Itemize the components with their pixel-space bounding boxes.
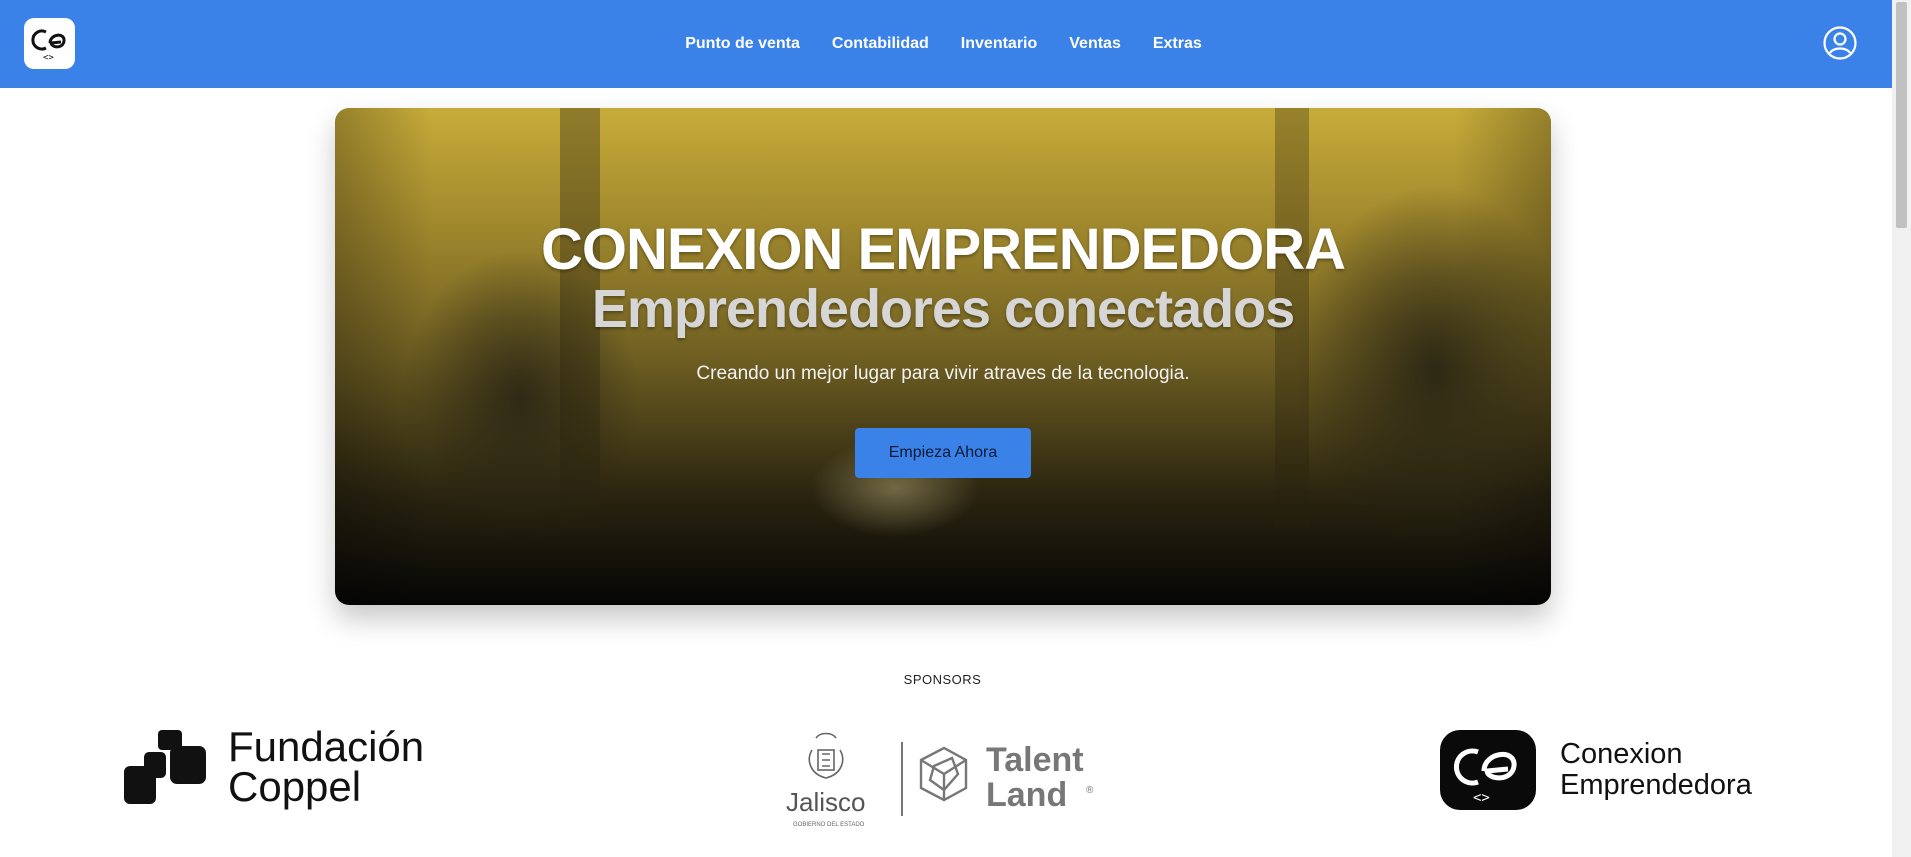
top-navbar: <> Punto de venta Contabilidad Inventari… bbox=[0, 0, 1892, 88]
sponsor-conexion-emprendedora[interactable]: <> Conexion Emprendedora bbox=[1440, 730, 1752, 810]
svg-text:<>: <> bbox=[1473, 790, 1490, 806]
hero-content: CONEXION EMPRENDEDORA Emprendedores cone… bbox=[335, 108, 1551, 605]
nav-extras[interactable]: Extras bbox=[1153, 35, 1202, 53]
ce-line2: Emprendedora bbox=[1560, 769, 1752, 801]
coppel-hearts-icon bbox=[124, 730, 206, 804]
sponsors-heading: SPONSORS bbox=[903, 672, 982, 687]
coppel-wordmark: Fundación Coppel bbox=[228, 723, 425, 810]
empieza-ahora-button[interactable]: Empieza Ahora bbox=[855, 428, 1031, 478]
nav-ventas[interactable]: Ventas bbox=[1069, 35, 1121, 53]
nav-contabilidad[interactable]: Contabilidad bbox=[832, 35, 929, 53]
jalisco-label: Jalisco bbox=[786, 787, 865, 817]
sponsor-jalisco-talent-land[interactable]: Jalisco GOBIERNO DEL ESTADO Talent Land … bbox=[786, 730, 1106, 830]
ce-line1: Conexion bbox=[1560, 738, 1683, 770]
sponsor-fundacion-coppel[interactable]: Fundación Coppel bbox=[124, 723, 425, 810]
hero-subtitle: Emprendedores conectados bbox=[591, 279, 1295, 339]
registered-mark: ® bbox=[1086, 785, 1094, 796]
nav-inventario[interactable]: Inventario bbox=[961, 35, 1037, 53]
coppel-line1: Fundación bbox=[228, 723, 425, 770]
vertical-scrollbar[interactable] bbox=[1892, 0, 1911, 857]
page: <> Punto de venta Contabilidad Inventari… bbox=[0, 0, 1911, 857]
hero-title: CONEXION EMPRENDEDORA bbox=[541, 217, 1346, 282]
hero-banner: CONEXION EMPRENDEDORA Emprendedores cone… bbox=[335, 108, 1551, 605]
hero-tagline: Creando un mejor lugar para vivir atrave… bbox=[696, 363, 1190, 384]
jalisco-sublabel: GOBIERNO DEL ESTADO bbox=[793, 822, 865, 828]
land-label: Land bbox=[986, 776, 1067, 814]
user-circle-icon[interactable] bbox=[1823, 26, 1857, 60]
talent-label: Talent bbox=[986, 741, 1084, 779]
jalisco-talent-land-logo: Jalisco GOBIERNO DEL ESTADO Talent Land … bbox=[786, 732, 1094, 828]
scrollbar-thumb[interactable] bbox=[1896, 2, 1907, 228]
ce-wordmark: Conexion Emprendedora bbox=[1560, 739, 1752, 801]
conexion-emprendedora-badge-icon: <> bbox=[1440, 730, 1536, 810]
nav-punto-de-venta[interactable]: Punto de venta bbox=[685, 35, 800, 53]
main-nav: Punto de venta Contabilidad Inventario V… bbox=[0, 0, 1892, 88]
coppel-line2: Coppel bbox=[228, 763, 362, 810]
